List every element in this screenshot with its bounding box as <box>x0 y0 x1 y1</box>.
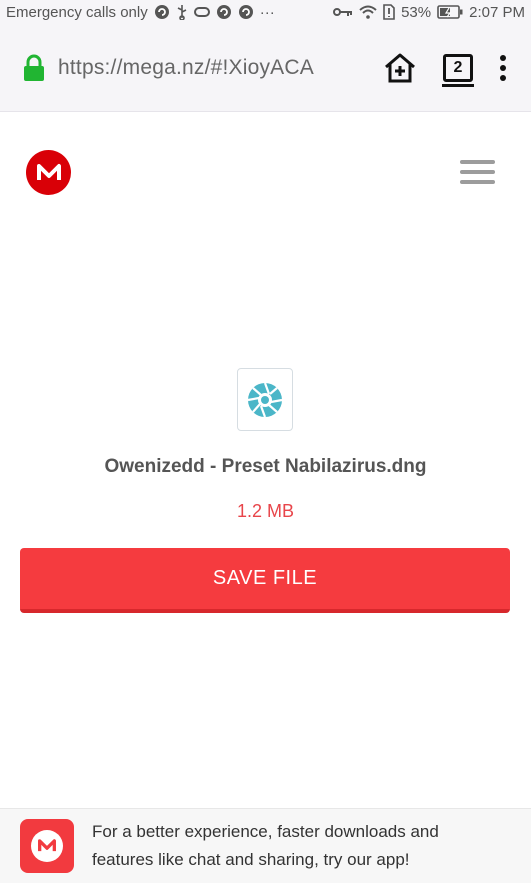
clock-time: 2:07 PM <box>469 3 525 21</box>
battery-charging-icon <box>437 5 463 19</box>
app-promo-line-2: features like chat and sharing, try our … <box>92 850 410 869</box>
sim-alert-icon <box>383 4 395 20</box>
app-promo-banner[interactable]: For a better experience, faster download… <box>0 808 531 883</box>
file-type-icon <box>237 368 293 431</box>
camera-aperture-icon <box>247 382 283 417</box>
mega-m-icon <box>38 839 56 852</box>
tab-count-label: 2 <box>453 58 463 76</box>
mega-logo[interactable] <box>26 150 71 195</box>
more-notifications-indicator: ··· <box>259 3 275 21</box>
carrier-status-text: Emergency calls only <box>6 3 148 21</box>
app-promo-text: For a better experience, faster download… <box>92 818 492 874</box>
file-size: 1.2 MB <box>236 501 295 521</box>
address-bar[interactable]: https://mega.nz/#!XioyACA <box>22 54 352 82</box>
hamburger-menu-button[interactable] <box>460 160 495 184</box>
voicemail-icon <box>193 7 210 17</box>
home-icon[interactable] <box>383 52 417 84</box>
mega-app-icon[interactable] <box>20 819 74 873</box>
url-text[interactable]: https://mega.nz/#!XioyACA <box>58 56 314 80</box>
menu-bar <box>460 180 495 184</box>
overflow-menu-icon[interactable] <box>499 54 507 81</box>
menu-bar <box>460 160 495 164</box>
sync-icon-3 <box>238 4 254 20</box>
app-promo-line-1: For a better experience, faster download… <box>92 822 439 841</box>
battery-percent: 53% <box>401 3 432 21</box>
sync-icon-2 <box>216 4 232 20</box>
wifi-icon <box>359 5 377 19</box>
save-file-button[interactable]: SAVE FILE <box>20 548 510 613</box>
browser-toolbar: https://mega.nz/#!XioyACA 2 <box>0 24 531 112</box>
usb-icon <box>176 4 188 20</box>
file-name: Owenizedd - Preset Nabilazirus.dng <box>104 456 427 477</box>
menu-bar <box>460 170 495 174</box>
mega-m-icon <box>36 163 61 180</box>
key-icon <box>333 7 353 17</box>
secure-lock-icon <box>22 54 46 82</box>
sync-icon <box>154 4 170 20</box>
status-bar: Emergency calls only ··· 53% 2:07 PM <box>0 0 531 24</box>
tab-switcher-button[interactable]: 2 <box>442 53 474 87</box>
